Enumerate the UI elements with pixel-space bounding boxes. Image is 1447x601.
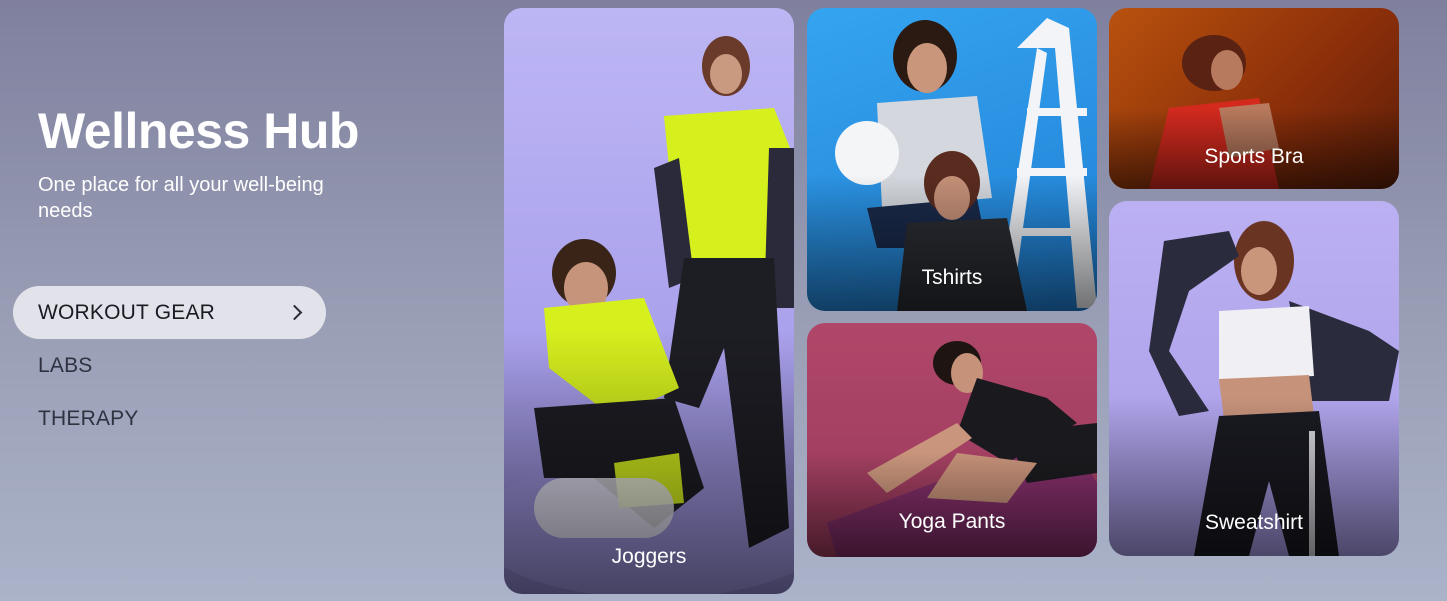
card-label: Tshirts [921, 266, 983, 289]
nav-item-labs[interactable]: LABS [13, 339, 326, 392]
category-card-sports-bra[interactable]: Sports Bra [1109, 8, 1399, 189]
card-label: Yoga Pants [898, 510, 1006, 533]
nav-item-therapy[interactable]: THERAPY [13, 392, 326, 445]
page-subtitle: One place for all your well-being needs [38, 174, 324, 222]
nav-item-workout-gear[interactable]: WORKOUT GEAR [13, 286, 326, 339]
category-card-sweatshirt[interactable]: Sweatshirt [1109, 201, 1399, 556]
page-title: Wellness Hub [38, 103, 359, 159]
chevron-right-icon [286, 304, 303, 321]
category-card-yoga-pants[interactable]: Yoga Pants [807, 323, 1097, 557]
nav-item-label: WORKOUT GEAR [38, 300, 216, 324]
nav-item-label: LABS [38, 353, 93, 377]
card-label: Joggers [611, 545, 687, 568]
card-label: Sweatshirt [1204, 511, 1304, 534]
category-nav: WORKOUT GEAR LABS THERAPY [13, 286, 326, 445]
card-label: Sports Bra [1204, 145, 1304, 168]
category-card-joggers[interactable]: Joggers [504, 8, 794, 594]
category-card-tshirts[interactable]: Tshirts [807, 8, 1097, 311]
nav-item-label: THERAPY [38, 406, 139, 430]
